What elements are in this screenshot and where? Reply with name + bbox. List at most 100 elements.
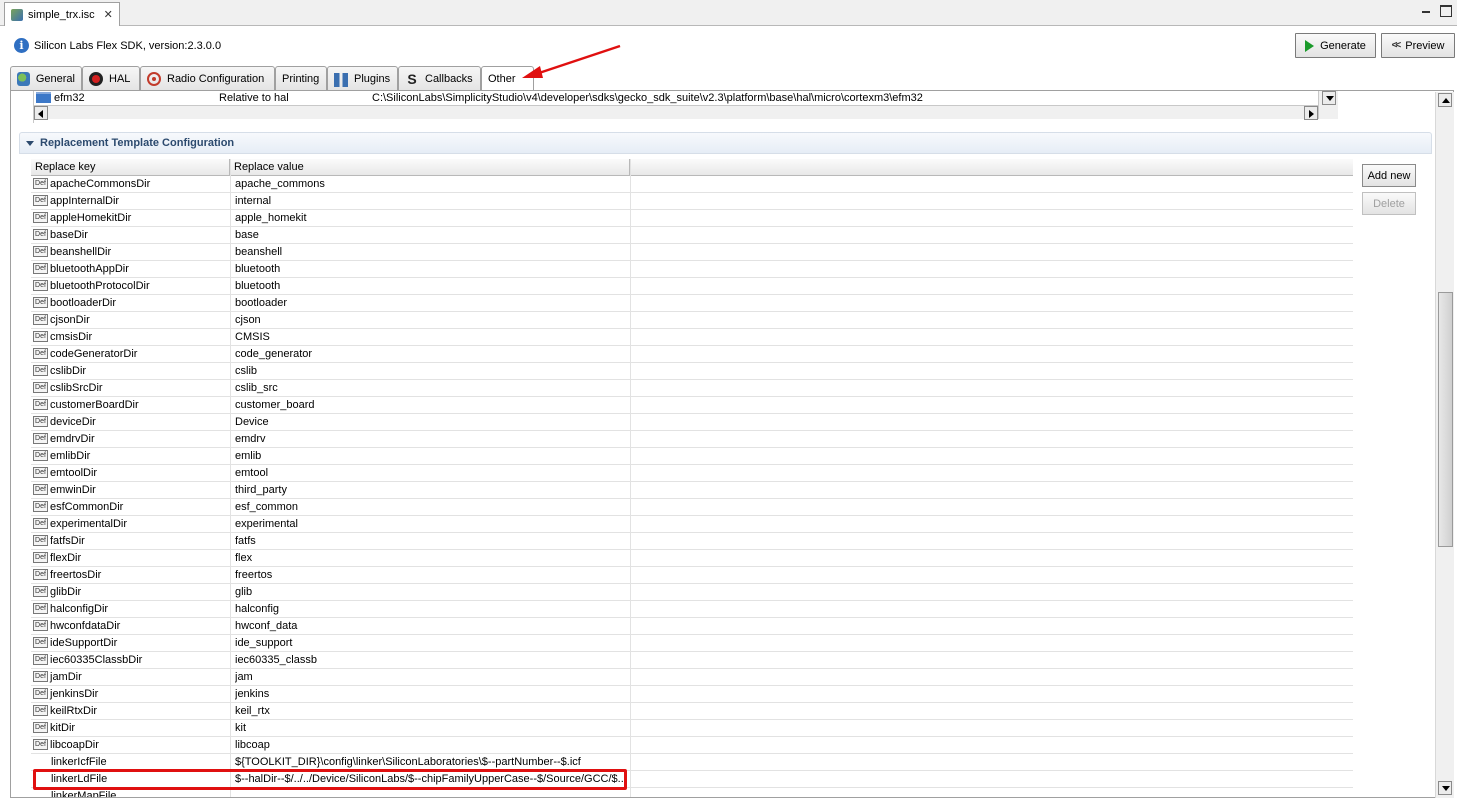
tab-plugins[interactable]: Plugins [327, 66, 398, 90]
table-row[interactable]: Def appInternalDir internal [31, 193, 1353, 210]
replace-key-cell[interactable]: Def ideSupportDir [33, 635, 229, 652]
replace-value-cell[interactable]: freertos [235, 567, 629, 584]
table-row[interactable]: Def bluetoothProtocolDir bluetooth [31, 278, 1353, 295]
table-row[interactable]: Def fatfsDir fatfs [31, 533, 1353, 550]
table-row[interactable]: Def cmsisDir CMSIS [31, 329, 1353, 346]
replace-value-cell[interactable]: experimental [235, 516, 629, 533]
tab-radio-configuration[interactable]: Radio Configuration [140, 66, 275, 90]
table-row[interactable]: Def appleHomekitDir apple_homekit [31, 210, 1353, 227]
replace-key-cell[interactable]: Def cmsisDir [33, 329, 229, 346]
replace-value-cell[interactable]: internal [235, 193, 629, 210]
scroll-right-icon[interactable] [1304, 106, 1318, 120]
table-row[interactable]: Def bootloaderDir bootloader [31, 295, 1353, 312]
table-row[interactable]: Def emlibDir emlib [31, 448, 1353, 465]
table-row[interactable]: Def flexDir flex [31, 550, 1353, 567]
table-row[interactable]: Def apacheCommonsDir apache_commons [31, 176, 1353, 193]
replace-value-cell[interactable]: iec60335_classb [235, 652, 629, 669]
table-row[interactable]: Def customerBoardDir customer_board [31, 397, 1353, 414]
table-row[interactable]: Def glibDir glib [31, 584, 1353, 601]
tab-printing[interactable]: Printing [275, 66, 327, 90]
table-row[interactable]: Def esfCommonDir esf_common [31, 499, 1353, 516]
replace-value-cell[interactable]: bluetooth [235, 261, 629, 278]
replace-key-cell[interactable]: Def emlibDir [33, 448, 229, 465]
replace-key-cell[interactable]: Def cjsonDir [33, 312, 229, 329]
tab-hal[interactable]: HAL [82, 66, 140, 90]
table-row[interactable]: Def libcoapDir libcoap [31, 737, 1353, 754]
replace-value-cell[interactable]: customer_board [235, 397, 629, 414]
table-row[interactable]: Def freertosDir freertos [31, 567, 1353, 584]
table-row[interactable]: Def bluetoothAppDir bluetooth [31, 261, 1353, 278]
table-row[interactable]: Def hwconfdataDir hwconf_data [31, 618, 1353, 635]
replace-value-cell[interactable]: esf_common [235, 499, 629, 516]
replace-value-cell[interactable]: kit [235, 720, 629, 737]
main-vertical-scrollbar[interactable] [1435, 92, 1454, 798]
replace-value-cell[interactable]: bluetooth [235, 278, 629, 295]
paths-vertical-scrollbar[interactable] [1318, 91, 1338, 119]
replace-value-cell[interactable]: code_generator [235, 346, 629, 363]
replace-key-cell[interactable]: Def freertosDir [33, 567, 229, 584]
scroll-down-icon[interactable] [1438, 781, 1452, 795]
replace-value-cell[interactable]: jenkins [235, 686, 629, 703]
paths-row-efm32[interactable]: efm32 Relative to hal C:\SiliconLabs\Sim… [34, 91, 1318, 105]
replace-key-cell[interactable]: Def experimentalDir [33, 516, 229, 533]
replace-key-cell[interactable]: Def libcoapDir [33, 737, 229, 754]
replace-key-cell[interactable]: Def bluetoothAppDir [33, 261, 229, 278]
table-row[interactable]: Def cjsonDir cjson [31, 312, 1353, 329]
replace-key-cell[interactable]: Def flexDir [33, 550, 229, 567]
table-row[interactable]: Def halconfigDir halconfig [31, 601, 1353, 618]
replace-value-cell[interactable]: Device [235, 414, 629, 431]
scroll-up-icon[interactable] [1438, 93, 1452, 107]
replace-value-cell[interactable]: bootloader [235, 295, 629, 312]
table-row[interactable]: Def emtoolDir emtool [31, 465, 1353, 482]
table-row[interactable]: Def keilRtxDir keil_rtx [31, 703, 1353, 720]
replace-value-cell[interactable]: apache_commons [235, 176, 629, 193]
replace-key-cell[interactable]: Def jamDir [33, 669, 229, 686]
replace-value-cell[interactable]: cslib_src [235, 380, 629, 397]
replace-key-cell[interactable]: Def keilRtxDir [33, 703, 229, 720]
replace-value-cell[interactable]: fatfs [235, 533, 629, 550]
table-row[interactable]: Def experimentalDir experimental [31, 516, 1353, 533]
replace-key-cell[interactable]: Def appInternalDir [33, 193, 229, 210]
replace-value-cell[interactable]: CMSIS [235, 329, 629, 346]
table-row[interactable]: Def deviceDir Device [31, 414, 1353, 431]
column-header-replace-value[interactable]: Replace value [230, 159, 630, 176]
table-row[interactable]: Def baseDir base [31, 227, 1353, 244]
replace-value-cell[interactable]: flex [235, 550, 629, 567]
maximize-icon[interactable] [1440, 5, 1452, 17]
replace-value-cell[interactable]: emtool [235, 465, 629, 482]
table-row[interactable]: Def kitDir kit [31, 720, 1353, 737]
preview-button[interactable]: << Preview [1381, 33, 1455, 58]
replace-key-cell[interactable]: Def customerBoardDir [33, 397, 229, 414]
replace-value-cell[interactable]: beanshell [235, 244, 629, 261]
scroll-left-icon[interactable] [34, 106, 48, 120]
replace-key-cell[interactable]: Def hwconfdataDir [33, 618, 229, 635]
replace-key-cell[interactable]: Def jenkinsDir [33, 686, 229, 703]
replace-key-cell[interactable]: Def appleHomekitDir [33, 210, 229, 227]
replace-value-cell[interactable]: glib [235, 584, 629, 601]
table-row[interactable]: Def jenkinsDir jenkins [31, 686, 1353, 703]
close-icon[interactable]: ✕ [104, 8, 113, 21]
minimize-icon[interactable] [1420, 5, 1432, 17]
replace-value-cell[interactable]: cjson [235, 312, 629, 329]
replace-value-cell[interactable]: hwconf_data [235, 618, 629, 635]
scroll-down-icon[interactable] [1322, 91, 1336, 105]
replace-key-cell[interactable]: Def apacheCommonsDir [33, 176, 229, 193]
replace-key-cell[interactable]: Def bootloaderDir [33, 295, 229, 312]
paths-horizontal-scrollbar[interactable] [34, 105, 1318, 120]
replace-key-cell[interactable]: Def deviceDir [33, 414, 229, 431]
replace-value-cell[interactable]: jam [235, 669, 629, 686]
tab-other[interactable]: Other [481, 66, 534, 91]
table-row[interactable]: Def emdrvDir emdrv [31, 431, 1353, 448]
replace-key-cell[interactable]: Def fatfsDir [33, 533, 229, 550]
table-row[interactable]: Def cslibSrcDir cslib_src [31, 380, 1353, 397]
replace-key-cell[interactable]: Def codeGeneratorDir [33, 346, 229, 363]
replace-value-cell[interactable]: libcoap [235, 737, 629, 754]
replace-key-cell[interactable]: Def beanshellDir [33, 244, 229, 261]
replace-value-cell[interactable]: base [235, 227, 629, 244]
replace-key-cell[interactable]: Def emtoolDir [33, 465, 229, 482]
replace-key-cell[interactable]: Def glibDir [33, 584, 229, 601]
collapse-triangle-icon[interactable] [26, 140, 34, 146]
replace-key-cell[interactable]: Def cslibSrcDir [33, 380, 229, 397]
tab-general[interactable]: General [10, 66, 82, 90]
replace-key-cell[interactable]: Def baseDir [33, 227, 229, 244]
